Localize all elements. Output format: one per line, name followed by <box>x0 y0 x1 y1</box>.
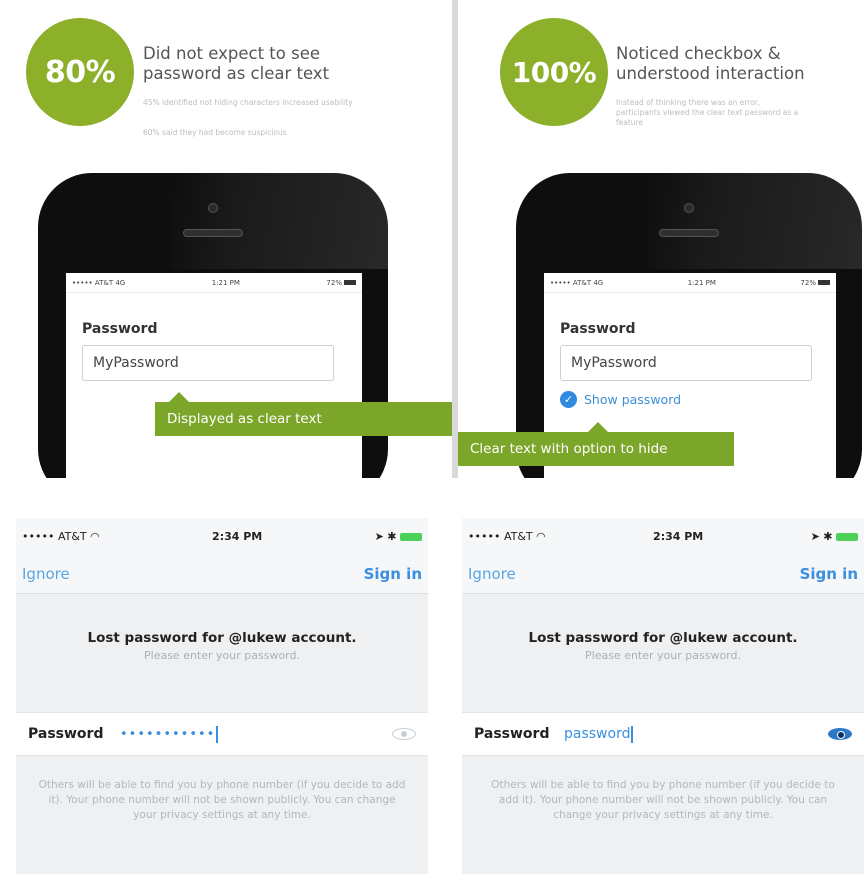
clock-label: 2:34 PM <box>212 529 263 543</box>
password-label: Password <box>474 726 550 742</box>
password-input[interactable]: MyPassword <box>82 345 334 381</box>
ignore-button[interactable]: Ignore <box>22 565 70 583</box>
clock-label: 1:21 PM <box>687 278 716 287</box>
stat-circle-80: 80% <box>26 18 134 126</box>
password-label: Password <box>82 321 158 337</box>
speaker-icon <box>659 229 719 237</box>
password-label: Password <box>28 726 104 742</box>
battery-indicator: 72% <box>326 279 356 287</box>
sign-in-button[interactable]: Sign in <box>364 565 422 583</box>
stat-heading: Noticed checkbox & understood interactio… <box>616 44 805 83</box>
battery-icon <box>343 280 356 285</box>
ios-screen-visible: ••••• AT&T ◠ 2:34 PM ➤ ✱ Ignore Sign in … <box>462 518 864 874</box>
message-title: Lost password for @lukew account. <box>528 630 798 646</box>
message-subtitle: Please enter your password. <box>144 649 300 662</box>
stat-heading: Did not expect to see password as clear … <box>143 44 330 83</box>
ios-screen-masked: ••••• AT&T ◠ 2:34 PM ➤ ✱ Ignore Sign in … <box>16 518 428 874</box>
text-caret <box>631 725 633 743</box>
stat-circle-100: 100% <box>500 18 608 126</box>
phone-screen: ••••• AT&T 4G 1:21 PM 72% Password MyPas… <box>66 273 362 478</box>
password-input[interactable]: MyPassword <box>560 345 812 381</box>
carrier-label: ••••• AT&T 4G <box>72 278 126 287</box>
wifi-icon: ◠ <box>90 529 100 543</box>
speaker-icon <box>183 229 243 237</box>
battery-indicator: 72% <box>800 279 830 287</box>
battery-icon <box>836 532 858 541</box>
text-caret <box>216 725 218 743</box>
show-password-checkbox[interactable]: ✓ Show password <box>560 391 681 408</box>
stat-note: 45% identified not hiding characters inc… <box>143 98 353 107</box>
camera-icon <box>684 203 694 213</box>
eye-toggle-icon[interactable] <box>828 728 852 740</box>
battery-indicator: ➤ ✱ <box>375 530 422 543</box>
message-subtitle: Please enter your password. <box>585 649 741 662</box>
bluetooth-icon: ✱ <box>823 529 833 543</box>
show-password-label: Show password <box>584 392 682 407</box>
ignore-button[interactable]: Ignore <box>468 565 516 583</box>
message-block: Lost password for @lukew account. Please… <box>462 594 864 708</box>
battery-icon <box>817 280 830 285</box>
password-label: Password <box>560 321 636 337</box>
status-bar: ••••• AT&T ◠ 2:34 PM ➤ ✱ <box>16 518 428 554</box>
password-row[interactable]: Password password <box>462 712 864 756</box>
password-input[interactable]: ••••••••••• <box>120 727 215 742</box>
carrier-label: ••••• AT&T 4G <box>550 278 604 287</box>
location-icon: ➤ <box>810 529 820 543</box>
privacy-note: Others will be able to find you by phone… <box>38 779 406 821</box>
wifi-icon: ◠ <box>536 529 546 543</box>
clock-label: 2:34 PM <box>653 529 704 543</box>
camera-icon <box>208 203 218 213</box>
privacy-note: Others will be able to find you by phone… <box>491 779 835 821</box>
battery-indicator: ➤ ✱ <box>811 530 858 543</box>
nav-bar: Ignore Sign in <box>16 554 428 594</box>
location-icon: ➤ <box>374 529 384 543</box>
status-bar: ••••• AT&T 4G 1:21 PM 72% <box>544 273 836 293</box>
clock-label: 1:21 PM <box>211 278 240 287</box>
battery-icon <box>400 532 422 541</box>
research-panel-right: 100% Noticed checkbox & understood inter… <box>458 0 864 478</box>
sign-in-button[interactable]: Sign in <box>800 565 858 583</box>
carrier-label: ••••• AT&T ◠ <box>22 529 100 543</box>
callout-option-to-hide: Clear text with option to hide <box>458 422 734 466</box>
message-block: Lost password for @lukew account. Please… <box>16 594 428 708</box>
status-bar: ••••• AT&T 4G 1:21 PM 72% <box>66 273 362 293</box>
stat-note: Instead of thinking there was an error, … <box>616 98 799 127</box>
eye-toggle-icon[interactable] <box>392 728 416 740</box>
message-title: Lost password for @lukew account. <box>87 630 357 646</box>
carrier-label: ••••• AT&T ◠ <box>468 529 546 543</box>
checkmark-icon: ✓ <box>560 391 577 408</box>
bluetooth-icon: ✱ <box>387 529 397 543</box>
password-row[interactable]: Password ••••••••••• <box>16 712 428 756</box>
callout-clear-text: Displayed as clear text <box>155 392 452 436</box>
nav-bar: Ignore Sign in <box>462 554 864 594</box>
status-bar: ••••• AT&T ◠ 2:34 PM ➤ ✱ <box>462 518 864 554</box>
stat-note: 60% said they had become suspicious <box>143 128 287 137</box>
password-input[interactable]: password <box>564 726 630 742</box>
